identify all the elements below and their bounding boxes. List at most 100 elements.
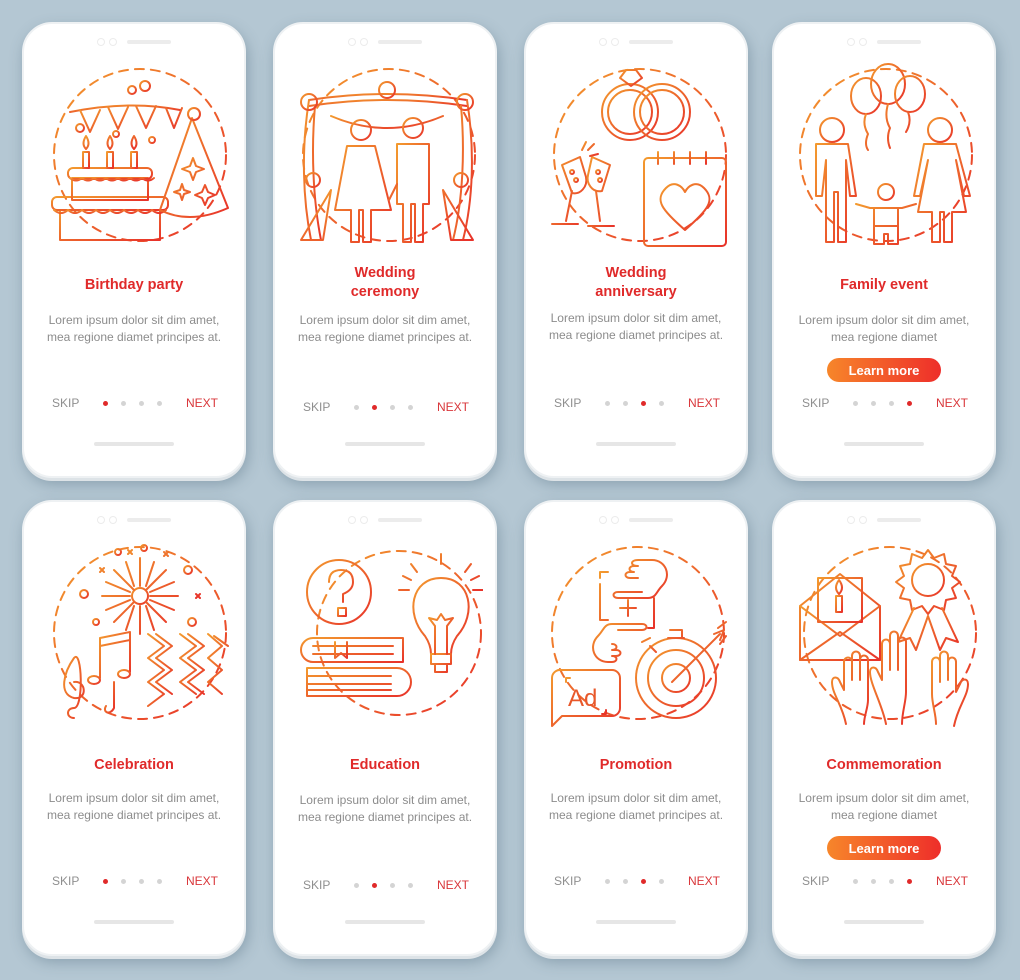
- page-dot-1-active[interactable]: [103, 878, 109, 884]
- screen-title: Celebration: [94, 757, 174, 773]
- screen-description: Lorem ipsum dolor sit dim amet, mea regi…: [548, 791, 724, 822]
- page-dot-4[interactable]: [659, 400, 665, 406]
- learn-more-button[interactable]: Learn more: [827, 358, 941, 382]
- page-indicator: [853, 878, 913, 884]
- page-dot-3-active[interactable]: [641, 400, 647, 406]
- ad-label: Ad: [568, 685, 597, 712]
- next-button[interactable]: NEXT: [688, 396, 720, 410]
- home-indicator: [345, 442, 425, 446]
- page-indicator: [354, 882, 414, 888]
- onboarding-screen-celebration: Celebration Lorem ipsum dolor sit dim am…: [22, 500, 246, 956]
- ad-target-icon: Ad: [542, 538, 734, 728]
- page-dot-3-active[interactable]: [641, 878, 647, 884]
- page-dot-4-active[interactable]: [907, 400, 913, 406]
- home-indicator: [596, 442, 676, 446]
- page-dot-4[interactable]: [157, 878, 163, 884]
- page-dot-1[interactable]: [354, 882, 360, 888]
- page-dot-3[interactable]: [139, 400, 145, 406]
- page-dot-1[interactable]: [354, 404, 360, 410]
- next-button[interactable]: NEXT: [936, 874, 968, 888]
- home-indicator: [345, 920, 425, 924]
- family-balloons-icon: [790, 60, 982, 250]
- page-dot-2[interactable]: [623, 878, 629, 884]
- next-button[interactable]: NEXT: [437, 400, 469, 414]
- next-button[interactable]: NEXT: [936, 396, 968, 410]
- page-dot-2[interactable]: [623, 400, 629, 406]
- learn-more-button[interactable]: Learn more: [827, 836, 941, 860]
- skip-button[interactable]: SKIP: [303, 878, 330, 892]
- page-dot-4[interactable]: [408, 404, 414, 410]
- next-button[interactable]: NEXT: [186, 396, 218, 410]
- onboarding-screen-birthday-party: Birthday party Lorem ipsum dolor sit dim…: [22, 22, 246, 478]
- page-dot-3[interactable]: [139, 878, 145, 884]
- page-dot-3[interactable]: [390, 404, 396, 410]
- onboarding-nav: SKIP NEXT: [802, 874, 968, 888]
- onboarding-nav: SKIP NEXT: [52, 396, 218, 410]
- onboarding-nav: SKIP NEXT: [554, 874, 720, 888]
- phone-speaker: [599, 516, 673, 524]
- books-lightbulb-icon: [291, 538, 484, 728]
- page-dot-2[interactable]: [871, 400, 877, 406]
- onboarding-nav: SKIP NEXT: [303, 878, 469, 892]
- fireworks-music-icon: [40, 538, 232, 728]
- page-dot-2[interactable]: [871, 878, 877, 884]
- page-dot-3[interactable]: [889, 878, 895, 884]
- page-indicator: [354, 404, 414, 410]
- onboarding-screen-commemoration: Commemoration Lorem ipsum dolor sit dim …: [772, 500, 996, 956]
- screen-description: Lorem ipsum dolor sit dim amet, mea regi…: [46, 791, 222, 822]
- phone-speaker: [847, 516, 921, 524]
- home-indicator: [844, 442, 924, 446]
- page-dot-1[interactable]: [853, 878, 859, 884]
- page-dot-1-active[interactable]: [103, 400, 109, 406]
- page-dot-1[interactable]: [605, 878, 611, 884]
- screen-title: Family event: [840, 277, 928, 293]
- skip-button[interactable]: SKIP: [802, 874, 829, 888]
- skip-button[interactable]: SKIP: [52, 874, 79, 888]
- home-indicator: [596, 920, 676, 924]
- skip-button[interactable]: SKIP: [554, 396, 581, 410]
- next-button[interactable]: NEXT: [437, 878, 469, 892]
- screen-title: Promotion: [599, 757, 673, 773]
- page-dot-2-active[interactable]: [372, 404, 378, 410]
- birthday-cake-icon: [40, 60, 232, 250]
- skip-button[interactable]: SKIP: [802, 396, 829, 410]
- skip-button[interactable]: SKIP: [554, 874, 581, 888]
- skip-button[interactable]: SKIP: [303, 400, 330, 414]
- screen-description: Lorem ipsum dolor sit dim amet, mea regi…: [798, 791, 970, 822]
- page-indicator: [605, 878, 665, 884]
- phone-speaker: [97, 38, 171, 46]
- screen-title: Education: [349, 757, 421, 773]
- page-dot-4[interactable]: [157, 400, 163, 406]
- page-dot-1[interactable]: [605, 400, 611, 406]
- phone-speaker: [847, 38, 921, 46]
- page-dot-2[interactable]: [121, 400, 127, 406]
- next-button[interactable]: NEXT: [186, 874, 218, 888]
- onboarding-nav: SKIP NEXT: [303, 400, 469, 414]
- home-indicator: [94, 920, 174, 924]
- screen-title: Wedding anniversary: [595, 265, 677, 300]
- page-dot-2[interactable]: [121, 878, 127, 884]
- page-dot-4[interactable]: [659, 878, 665, 884]
- page-indicator: [103, 878, 163, 884]
- screen-description: Lorem ipsum dolor sit dim amet, mea regi…: [297, 793, 473, 824]
- onboarding-screen-education: Education Lorem ipsum dolor sit dim amet…: [273, 500, 497, 956]
- page-indicator: [605, 400, 665, 406]
- onboarding-nav: SKIP NEXT: [52, 874, 218, 888]
- onboarding-nav: SKIP NEXT: [802, 396, 968, 410]
- onboarding-nav: SKIP NEXT: [554, 396, 720, 410]
- next-button[interactable]: NEXT: [688, 874, 720, 888]
- page-dot-3[interactable]: [390, 882, 396, 888]
- phone-speaker: [348, 516, 422, 524]
- phone-speaker: [599, 38, 673, 46]
- wedding-couple-icon: [291, 60, 483, 250]
- page-dot-2-active[interactable]: [372, 882, 378, 888]
- page-dot-4-active[interactable]: [907, 878, 913, 884]
- phone-speaker: [97, 516, 171, 524]
- skip-button[interactable]: SKIP: [52, 396, 79, 410]
- page-dot-1[interactable]: [853, 400, 859, 406]
- onboarding-screen-family-event: Family event Lorem ipsum dolor sit dim a…: [772, 22, 996, 478]
- page-dot-3[interactable]: [889, 400, 895, 406]
- onboarding-screen-promotion: Ad Promotion Lorem ipsum dolor sit dim a…: [524, 500, 748, 956]
- screen-description: Lorem ipsum dolor sit dim amet, mea regi…: [46, 313, 222, 344]
- page-dot-4[interactable]: [408, 882, 414, 888]
